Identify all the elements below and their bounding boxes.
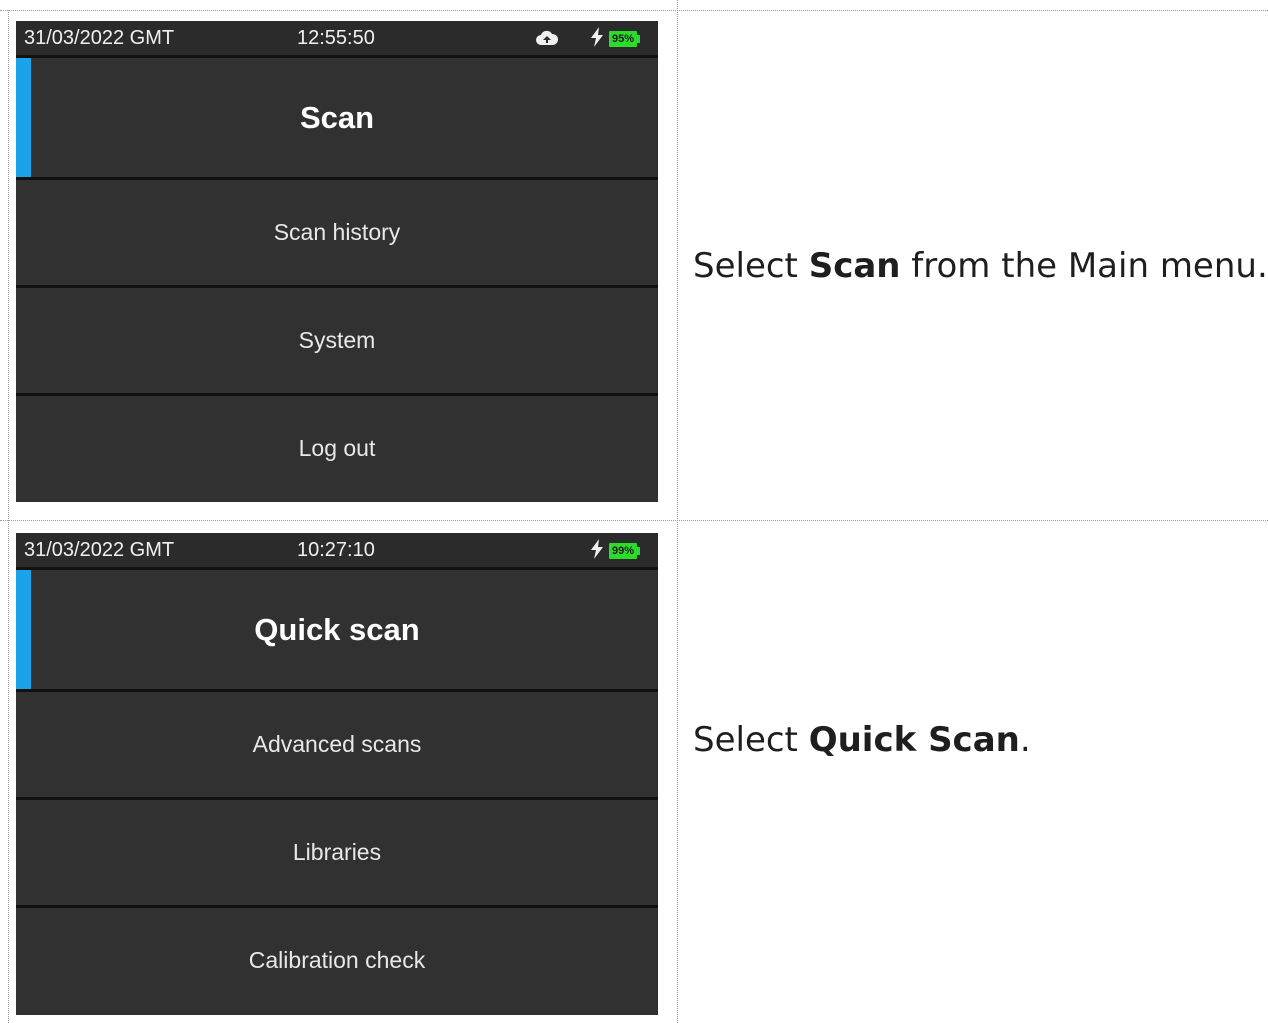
menu-item-quick-scan[interactable]: Quick scan: [16, 570, 658, 692]
menu-item-label: System: [298, 327, 376, 353]
instruction-emphasis: Quick Scan: [808, 720, 1020, 760]
status-time: 10:27:10: [297, 539, 375, 561]
menu-item-system[interactable]: System: [16, 288, 658, 396]
menu-item-label: Log out: [298, 435, 376, 461]
table-border-top: [0, 10, 1268, 11]
status-bar: 31/03/2022 GMT 12:55:50 95%: [16, 21, 658, 58]
instruction-text: Select: [693, 720, 809, 760]
menu-item-label: Calibration check: [248, 947, 426, 973]
instruction-text: Select: [693, 246, 809, 286]
instruction-step-1: Select Scan from the Main menu.: [693, 246, 1268, 286]
instruction-text: from the Main menu.: [900, 246, 1268, 286]
table-column-divider: [677, 0, 678, 1023]
instruction-emphasis: Scan: [808, 246, 901, 286]
menu-item-label: Advanced scans: [252, 731, 422, 757]
menu-item-log-out[interactable]: Log out: [16, 396, 658, 501]
status-bar: 31/03/2022 GMT 10:27:10 99%: [16, 533, 658, 570]
device-screen-scan-menu: 31/03/2022 GMT 10:27:10 99% Quick scan A…: [16, 533, 658, 1015]
status-date: 31/03/2022 GMT: [24, 27, 175, 49]
charging-bolt-icon: [591, 27, 603, 47]
menu-item-label: Libraries: [292, 839, 382, 865]
menu-item-label: Scan: [299, 99, 375, 135]
menu-item-scan[interactable]: Scan: [16, 58, 658, 180]
menu-item-label: Quick scan: [254, 611, 420, 647]
battery-level: 95%: [609, 31, 641, 47]
device-screen-main-menu: 31/03/2022 GMT 12:55:50 95% Scan Scan hi…: [16, 21, 658, 502]
selection-indicator: [16, 570, 31, 689]
table-row-divider: [0, 520, 1268, 521]
menu-item-advanced-scans[interactable]: Advanced scans: [16, 692, 658, 800]
status-time: 12:55:50: [297, 27, 375, 49]
instruction-step-2: Select Quick Scan.: [693, 720, 1031, 760]
charging-bolt-icon: [591, 539, 603, 559]
menu-item-libraries[interactable]: Libraries: [16, 800, 658, 908]
status-date: 31/03/2022 GMT: [24, 539, 175, 561]
instruction-text: .: [1019, 720, 1031, 760]
battery-level: 99%: [609, 543, 641, 559]
table-border-left: [8, 10, 9, 1023]
cloud-icon: [536, 30, 558, 45]
selection-indicator: [16, 58, 31, 177]
menu-item-calibration-check[interactable]: Calibration check: [16, 908, 658, 1013]
menu-item-label: Scan history: [273, 219, 401, 245]
menu-item-scan-history[interactable]: Scan history: [16, 180, 658, 288]
